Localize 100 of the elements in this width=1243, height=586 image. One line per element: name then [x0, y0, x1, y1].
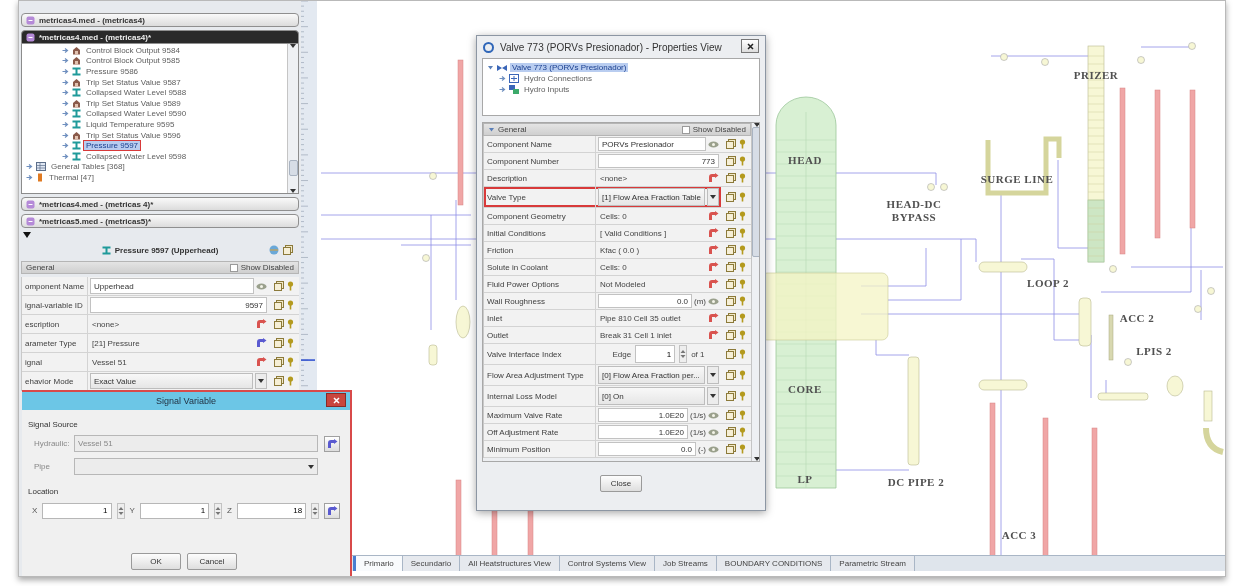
number-field[interactable]: 0.0: [598, 294, 692, 308]
expand-arrow-icon[interactable]: [62, 89, 69, 97]
document-icon[interactable]: [726, 370, 736, 380]
close-dialog-button[interactable]: Close: [599, 474, 643, 492]
tree-item[interactable]: Pressure 9597: [84, 141, 141, 151]
tree-item[interactable]: Control Block Output 9584: [84, 45, 182, 55]
number-field[interactable]: 0.0: [598, 442, 696, 456]
number-field[interactable]: 9597: [90, 297, 267, 313]
dropdown[interactable]: [1] Flow Area Fraction Table: [598, 188, 705, 206]
project-header[interactable]: *metricas4.med - (metricas4)*: [21, 30, 299, 44]
spinner-field[interactable]: 1: [635, 345, 676, 363]
expand-arrow-icon[interactable]: [487, 64, 494, 71]
project-header[interactable]: *metricas5.med - (metricas5)*: [21, 214, 299, 228]
spinner-field[interactable]: 1: [139, 502, 210, 519]
edit-link-icon[interactable]: [256, 319, 267, 329]
view-tab[interactable]: BOUNDARY CONDITIONS: [716, 556, 832, 571]
dropdown-button[interactable]: [707, 188, 719, 206]
scrollbar-thumb[interactable]: [752, 127, 759, 257]
dropdown-button[interactable]: [255, 373, 267, 389]
scrollbar-thumb[interactable]: [288, 160, 298, 176]
expand-arrow-icon[interactable]: [499, 86, 506, 93]
expand-arrow-icon[interactable]: [62, 46, 69, 54]
eye-icon[interactable]: [256, 281, 267, 291]
collapse-arrow-icon[interactable]: [23, 232, 31, 238]
text-field[interactable]: Upperhead: [90, 278, 254, 294]
spinner-field[interactable]: 18: [237, 502, 307, 519]
project-header[interactable]: *metricas4.med - (metricas 4)*: [21, 197, 299, 211]
key-icon[interactable]: [739, 211, 746, 221]
expand-arrow-icon[interactable]: [62, 99, 69, 107]
key-icon[interactable]: [739, 296, 746, 306]
eye-icon[interactable]: [708, 296, 719, 306]
dialog-button[interactable]: OK: [131, 553, 181, 570]
key-icon[interactable]: [739, 444, 746, 454]
key-icon[interactable]: [739, 427, 746, 437]
key-icon[interactable]: [287, 357, 294, 367]
globe-icon[interactable]: [269, 245, 279, 255]
scrollbar[interactable]: [287, 44, 298, 193]
eye-icon[interactable]: [708, 410, 719, 420]
edit-link-icon[interactable]: [708, 211, 719, 221]
eye-icon[interactable]: [708, 139, 719, 149]
spinner-arrows-icon[interactable]: [680, 349, 687, 359]
tree-item[interactable]: Collapsed Water Level 9588: [84, 88, 189, 98]
tree-item[interactable]: Pressure 9586: [84, 67, 141, 76]
key-icon[interactable]: [287, 338, 294, 348]
dropdown-button[interactable]: [707, 366, 719, 384]
number-field[interactable]: 773: [598, 154, 719, 168]
tree-item[interactable]: Hydro Connections: [522, 74, 595, 83]
number-field[interactable]: 1.0E20: [598, 408, 688, 422]
eye-icon[interactable]: [708, 444, 719, 454]
key-icon[interactable]: [287, 300, 294, 310]
dropdown[interactable]: [0] On: [598, 387, 705, 405]
edit-link-icon[interactable]: [256, 357, 267, 367]
expand-arrow-icon[interactable]: [499, 75, 506, 82]
document-icon[interactable]: [283, 245, 293, 255]
key-icon[interactable]: [739, 279, 746, 289]
expand-arrow-icon[interactable]: [62, 110, 69, 118]
key-icon[interactable]: [739, 349, 746, 359]
expand-arrow-icon[interactable]: [62, 131, 69, 139]
checkbox[interactable]: [229, 263, 238, 272]
spinner-arrows-icon[interactable]: [312, 505, 319, 516]
view-tab[interactable]: Secundario: [402, 556, 461, 571]
expand-arrow-icon[interactable]: [62, 68, 69, 75]
tree-item[interactable]: Valve 773 (PORVs Presionador): [510, 63, 629, 72]
tree-item[interactable]: Collapsed Water Level 9590: [84, 109, 189, 119]
key-icon[interactable]: [739, 370, 746, 380]
tree-item[interactable]: Hydro Inputs: [522, 85, 572, 94]
key-icon[interactable]: [739, 330, 746, 340]
view-tab[interactable]: Control Systems View: [559, 556, 655, 571]
tree-item[interactable]: Trip Set Status Value 9589: [84, 98, 183, 108]
view-tab[interactable]: All Heatstructures View: [460, 556, 560, 571]
close-button[interactable]: [741, 39, 759, 53]
tree-item[interactable]: Trip Set Status Value 9596: [84, 130, 183, 140]
spinner-arrows-icon[interactable]: [215, 505, 222, 516]
expand-arrow-icon[interactable]: [488, 126, 495, 133]
key-icon[interactable]: [739, 228, 746, 238]
spinner-arrows-icon[interactable]: [117, 505, 124, 516]
expand-arrow-icon[interactable]: [62, 57, 69, 65]
key-icon[interactable]: [739, 410, 746, 420]
key-icon[interactable]: [739, 173, 746, 183]
text-field[interactable]: PORVs Presionador: [598, 137, 706, 151]
checkbox[interactable]: [681, 125, 690, 134]
key-icon[interactable]: [739, 391, 746, 401]
dialog-button[interactable]: Cancel: [187, 553, 237, 570]
expand-arrow-icon[interactable]: [62, 78, 69, 86]
project-header[interactable]: metricas4.med - (metricas4): [21, 13, 299, 27]
tree-item[interactable]: Collapsed Water Level 9598: [84, 151, 189, 161]
key-icon[interactable]: [739, 313, 746, 323]
key-icon[interactable]: [739, 139, 746, 149]
key-icon[interactable]: [287, 281, 294, 291]
view-tab[interactable]: Job Streams: [654, 556, 717, 571]
view-tab[interactable]: Primario: [353, 556, 403, 571]
edit-link-icon[interactable]: [708, 279, 719, 289]
edit-link-icon[interactable]: [256, 338, 267, 348]
edit-link-icon[interactable]: [708, 330, 719, 340]
edit-link-icon[interactable]: [708, 173, 719, 183]
key-icon[interactable]: [739, 192, 746, 202]
spinner-field[interactable]: 1: [42, 502, 112, 519]
edit-link-icon[interactable]: [708, 245, 719, 255]
expand-arrow-icon[interactable]: [62, 142, 69, 150]
expand-arrow-icon[interactable]: [62, 120, 69, 128]
